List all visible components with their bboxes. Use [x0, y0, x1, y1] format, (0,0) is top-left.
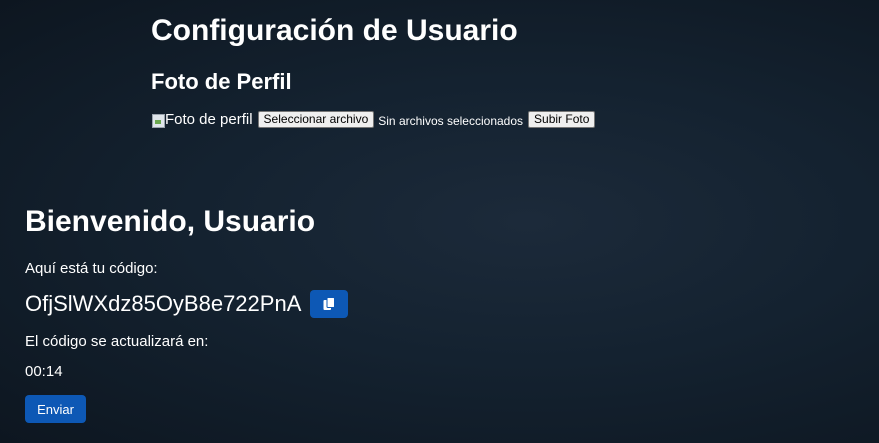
refresh-label: El código se actualizará en:: [25, 333, 209, 350]
profile-photo-heading: Foto de Perfil: [151, 69, 292, 94]
copy-icon: [323, 297, 336, 310]
upload-photo-button[interactable]: Subir Foto: [528, 111, 596, 128]
copy-code-button[interactable]: [310, 290, 349, 318]
code-row: OfjSlWXdz85OyB8e722PnA: [25, 290, 349, 318]
avatar-alt-text: Foto de perfil: [165, 111, 253, 128]
choose-file-button[interactable]: Seleccionar archivo: [257, 111, 375, 128]
avatar: Foto de perfil: [151, 111, 253, 128]
profile-upload-row: Foto de perfil Seleccionar archivo Sin a…: [151, 111, 596, 128]
countdown-timer: 00:14: [25, 363, 63, 380]
broken-image-icon: [151, 112, 165, 128]
page-title: Configuración de Usuario: [151, 14, 518, 47]
send-button[interactable]: Enviar: [25, 395, 86, 423]
file-status-text: Sin archivos seleccionados: [378, 113, 524, 128]
welcome-heading: Bienvenido, Usuario: [25, 205, 316, 238]
code-label: Aquí está tu código:: [25, 260, 158, 277]
code-value: OfjSlWXdz85OyB8e722PnA: [25, 291, 302, 316]
